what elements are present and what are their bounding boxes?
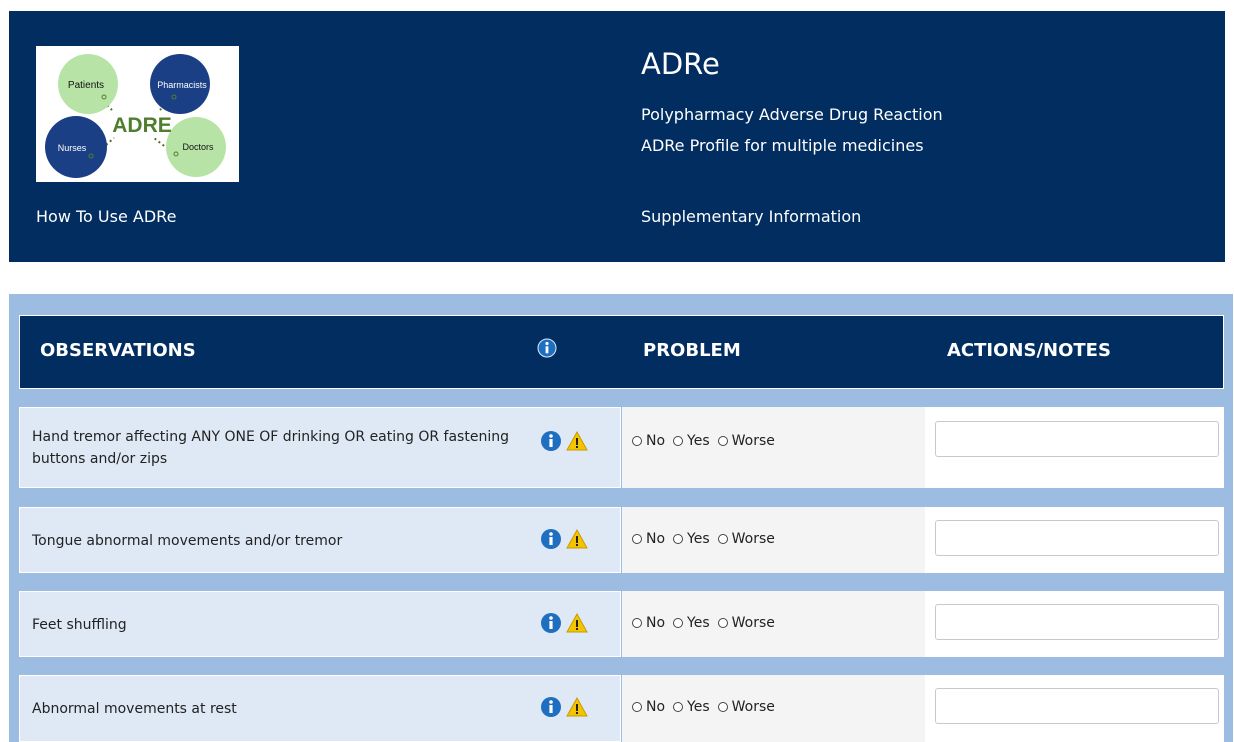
radio-label: No <box>646 531 666 547</box>
warning-icon[interactable] <box>566 612 588 638</box>
radio-button[interactable] <box>673 702 684 712</box>
radio-button[interactable] <box>632 618 642 628</box>
observation-text: Tongue abnormal movements and/or tremor <box>32 533 343 549</box>
radio-yes[interactable]: Yes <box>673 433 710 449</box>
radio-label: No <box>646 433 666 449</box>
observation-icons <box>540 612 588 638</box>
radio-button[interactable] <box>632 436 642 446</box>
column-header-actions-notes: ACTIONS/NOTES <box>947 340 1111 361</box>
warning-icon[interactable] <box>566 528 588 554</box>
problem-radio-group: No Yes Worse <box>632 433 783 449</box>
radio-label: Yes <box>687 531 710 547</box>
radio-button[interactable] <box>717 702 728 712</box>
logo-label-patients: Patients <box>68 80 104 91</box>
how-to-use-link[interactable]: How To Use ADRe <box>36 207 176 226</box>
radio-no[interactable]: No <box>632 531 665 547</box>
problem-radio-group: No Yes Worse <box>632 699 783 715</box>
radio-label: Yes <box>687 433 710 449</box>
warning-icon[interactable] <box>566 696 588 722</box>
info-icon[interactable] <box>537 338 557 363</box>
logo-label-nurses: Nurses <box>58 143 87 153</box>
radio-no[interactable]: No <box>632 433 665 449</box>
radio-worse[interactable]: Worse <box>717 615 775 631</box>
supplementary-information-link[interactable]: Supplementary Information <box>641 207 861 226</box>
observation-cell: Feet shuffling <box>19 591 621 657</box>
logo-label-pharmacists: Pharmacists <box>157 80 207 90</box>
radio-label: Worse <box>731 531 775 547</box>
radio-button[interactable] <box>717 534 728 544</box>
actions-cell <box>925 591 1224 657</box>
app-title: ADRe <box>641 47 720 81</box>
actions-notes-input[interactable] <box>935 520 1219 556</box>
radio-label: Worse <box>731 699 775 715</box>
info-icon[interactable] <box>540 430 562 456</box>
radio-yes[interactable]: Yes <box>673 531 710 547</box>
problem-radio-group: No Yes Worse <box>632 615 783 631</box>
problem-cell: No Yes Worse <box>622 591 925 657</box>
actions-cell <box>925 507 1224 573</box>
observation-cell: Abnormal movements at rest <box>19 675 621 742</box>
radio-button[interactable] <box>632 534 642 544</box>
radio-no[interactable]: No <box>632 699 665 715</box>
info-icon[interactable] <box>540 612 562 638</box>
radio-no[interactable]: No <box>632 615 665 631</box>
radio-yes[interactable]: Yes <box>673 699 710 715</box>
observation-icons <box>540 430 588 456</box>
radio-worse[interactable]: Worse <box>717 699 775 715</box>
radio-label: No <box>646 615 666 631</box>
problem-cell: No Yes Worse <box>622 507 925 573</box>
app-header: Patients Pharmacists Nurses Doctors ADRE… <box>9 11 1225 262</box>
observation-text: Hand tremor affecting ANY ONE OF drinkin… <box>32 429 509 467</box>
logo-wordmark: ADRE <box>112 114 172 137</box>
observation-text: Abnormal movements at rest <box>32 701 237 717</box>
radio-button[interactable] <box>673 436 684 446</box>
observation-cell: Hand tremor affecting ANY ONE OF drinkin… <box>19 407 621 488</box>
radio-label: Yes <box>687 615 710 631</box>
radio-button[interactable] <box>673 618 684 628</box>
observations-panel: OBSERVATIONS PROBLEM ACTIONS/NOTES Hand … <box>9 294 1233 742</box>
subtitle-line-2: ADRe Profile for multiple medicines <box>641 136 924 155</box>
observation-cell: Tongue abnormal movements and/or tremor <box>19 507 621 573</box>
actions-cell <box>925 675 1224 742</box>
column-header-problem: PROBLEM <box>643 340 741 361</box>
table-row: Tongue abnormal movements and/or tremor … <box>19 507 1224 573</box>
radio-button[interactable] <box>717 618 728 628</box>
info-icon[interactable] <box>540 528 562 554</box>
problem-cell: No Yes Worse <box>622 675 925 742</box>
actions-notes-input[interactable] <box>935 688 1219 724</box>
radio-button[interactable] <box>673 534 684 544</box>
problem-radio-group: No Yes Worse <box>632 531 783 547</box>
info-icon[interactable] <box>540 696 562 722</box>
radio-label: No <box>646 699 666 715</box>
radio-worse[interactable]: Worse <box>717 531 775 547</box>
actions-notes-input[interactable] <box>935 604 1219 640</box>
radio-yes[interactable]: Yes <box>673 615 710 631</box>
radio-label: Yes <box>687 699 710 715</box>
actions-notes-input[interactable] <box>935 421 1219 457</box>
radio-worse[interactable]: Worse <box>717 433 775 449</box>
problem-cell: No Yes Worse <box>622 407 925 488</box>
radio-label: Worse <box>731 615 775 631</box>
radio-button[interactable] <box>717 436 728 446</box>
radio-label: Worse <box>731 433 775 449</box>
subtitle-line-1: Polypharmacy Adverse Drug Reaction <box>641 105 943 124</box>
table-row: Hand tremor affecting ANY ONE OF drinkin… <box>19 407 1224 488</box>
adre-logo: Patients Pharmacists Nurses Doctors ADRE <box>36 46 239 182</box>
radio-button[interactable] <box>632 702 642 712</box>
warning-icon[interactable] <box>566 430 588 456</box>
table-row: Feet shuffling No Yes Worse <box>19 591 1224 657</box>
table-header: OBSERVATIONS PROBLEM ACTIONS/NOTES <box>19 315 1224 389</box>
logo-label-doctors: Doctors <box>182 142 214 152</box>
actions-cell <box>925 407 1224 488</box>
table-row: Abnormal movements at rest No Yes Worse <box>19 675 1224 742</box>
observation-icons <box>540 696 588 722</box>
observation-icons <box>540 528 588 554</box>
column-header-observations: OBSERVATIONS <box>40 340 196 361</box>
observation-text: Feet shuffling <box>32 617 127 633</box>
